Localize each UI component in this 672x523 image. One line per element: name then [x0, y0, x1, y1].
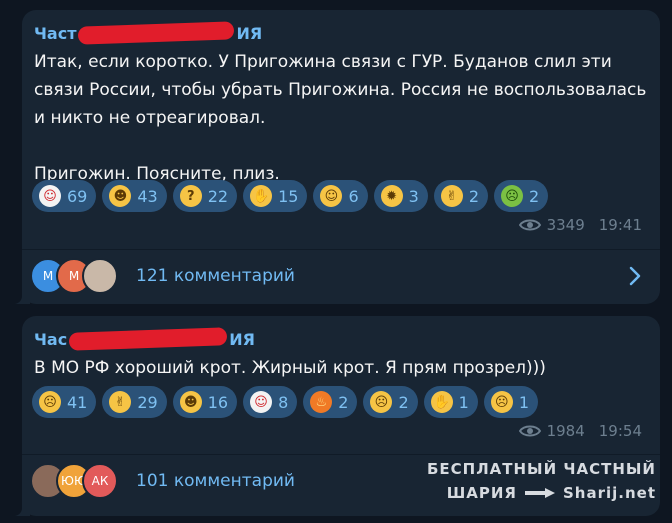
reaction-chip[interactable]: ✌ 29 — [102, 386, 167, 418]
crying-face-icon: ☹ — [370, 391, 393, 413]
reaction-count: 43 — [137, 186, 158, 206]
reaction-count: 15 — [278, 186, 299, 206]
thumbs-up-icon: ✌ — [109, 391, 132, 413]
reaction-count: 22 — [207, 186, 229, 206]
reaction-chip[interactable]: ✹ 3 — [373, 180, 428, 212]
view-count: 1984 — [546, 422, 585, 440]
redaction-bar — [68, 327, 228, 351]
redaction-bar — [78, 21, 235, 45]
reaction-count: 16 — [207, 392, 229, 412]
reaction-count: 3 — [408, 186, 419, 206]
watermark-line-2b: Sharij.net — [562, 484, 656, 502]
grinning-face-icon: ☻ — [179, 391, 202, 413]
reaction-count: 1 — [458, 392, 469, 412]
reaction-chip[interactable]: ✋ 1 — [423, 386, 478, 418]
reaction-chip[interactable]: ♨ 2 — [303, 386, 358, 418]
exploding-head-icon: ✹ — [380, 185, 403, 207]
reaction-chip[interactable]: ? 22 — [172, 180, 238, 212]
commenter-avatars: М М — [30, 258, 118, 294]
reaction-count: 41 — [67, 392, 88, 412]
thumbs-up-icon: ✌ — [440, 185, 463, 207]
post-author[interactable]: Час ИЯ — [34, 327, 255, 352]
post-meta: 3349 19:41 — [518, 216, 642, 234]
comments-button[interactable]: М М 121 комментарий — [22, 250, 660, 302]
reaction-chip[interactable]: ✋ 15 — [243, 180, 308, 212]
author-name-start: Част — [34, 24, 77, 43]
bubble-tail — [14, 502, 30, 516]
watermark-line-1: БЕСПЛАТНЫЙ ЧАСТНЫЙ — [426, 460, 656, 478]
reaction-count: 1 — [518, 392, 530, 412]
post-meta: 1984 19:54 — [518, 422, 642, 440]
thinking-face-icon: ? — [179, 185, 202, 207]
reactions-bar: ☹ 41 ✌ 29 ☻ 16 ☺ 8 ♨ 2 ☹ 2 ✋ 1 ☹ 1 — [32, 386, 539, 418]
reaction-count: 2 — [338, 392, 349, 412]
reaction-count: 2 — [468, 186, 479, 206]
screaming-face-icon: ☹ — [39, 391, 61, 413]
reaction-count: 2 — [529, 186, 540, 206]
clapping-hands-icon: ✋ — [430, 391, 453, 413]
fire-icon: ♨ — [310, 391, 333, 413]
reaction-chip[interactable]: ☹ 2 — [363, 386, 418, 418]
reaction-chip[interactable]: ☺ 8 — [243, 386, 298, 418]
watermark: БЕСПЛАТНЫЙ ЧАСТНЫЙ ШАРИЯ Sharij.net — [427, 457, 656, 505]
clown-face-icon: ☺ — [250, 391, 273, 413]
yawning-face-icon: ☹ — [490, 391, 513, 413]
reaction-count: 8 — [278, 392, 289, 412]
reaction-count: 6 — [348, 186, 359, 206]
reaction-chip[interactable]: ☻ 43 — [102, 180, 167, 212]
reaction-chip[interactable]: ✌ 2 — [433, 180, 488, 212]
reactions-bar: ☺ 69 ☻ 43 ? 22 ✋ 15 ☺ 6 ✹ 3 ✌ 2 ☹ 2 — [32, 180, 549, 212]
eye-icon — [518, 219, 541, 231]
rofl-face-icon: ☺ — [320, 185, 343, 207]
post-time: 19:41 — [598, 216, 642, 234]
watermark-line-2a: ШАРИЯ — [446, 484, 517, 502]
reaction-chip[interactable]: ☺ 69 — [32, 180, 97, 212]
reaction-count: 29 — [137, 392, 158, 412]
author-name-end: ИЯ — [236, 24, 263, 43]
vomiting-face-icon: ☹ — [501, 185, 523, 207]
post-author[interactable]: Част ИЯ — [34, 21, 263, 46]
commenter-avatars: ЮЮ АК — [30, 463, 118, 499]
reaction-chip[interactable]: ☹ 41 — [32, 386, 97, 418]
post-text: Итак, если коротко. У Пригожина связи с … — [34, 52, 647, 184]
grinning-face-icon: ☻ — [109, 185, 132, 207]
clapping-hands-icon: ✋ — [250, 185, 273, 207]
reaction-count: 2 — [398, 392, 409, 412]
avatar-photo — [82, 258, 118, 294]
author-name-start: Час — [34, 330, 68, 349]
comments-count-label: 101 комментарий — [136, 471, 295, 491]
reaction-chip[interactable]: ☹ 1 — [483, 386, 539, 418]
reaction-chip[interactable]: ☺ 6 — [313, 180, 368, 212]
eye-icon — [518, 425, 541, 437]
clown-face-icon: ☺ — [39, 185, 61, 207]
reaction-count: 69 — [67, 186, 88, 206]
chevron-right-icon — [629, 266, 641, 286]
post-time: 19:54 — [598, 422, 642, 440]
comments-count-label: 121 комментарий — [136, 266, 295, 286]
avatar: АК — [82, 463, 118, 499]
reaction-chip[interactable]: ☹ 2 — [494, 180, 549, 212]
bubble-tail — [14, 290, 30, 304]
pointing-hand-icon — [524, 488, 555, 498]
post-text: В МО РФ хороший крот. Жирный крот. Я пря… — [34, 358, 546, 378]
reaction-chip[interactable]: ☻ 16 — [172, 386, 238, 418]
view-count: 3349 — [546, 216, 585, 234]
author-name-end: ИЯ — [229, 330, 255, 349]
channel-post-1: Част ИЯ Итак, если коротко. У Пригожина с… — [14, 10, 660, 304]
